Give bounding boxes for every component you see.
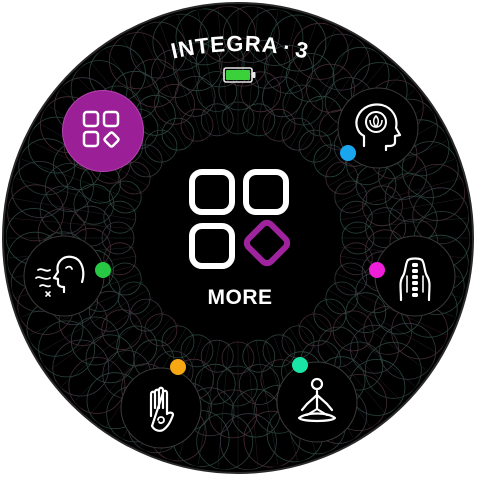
- mandala-circle: [38, 320, 96, 378]
- mandala-circle: [52, 339, 110, 397]
- more-label: MORE: [207, 286, 273, 309]
- brand-separator: ·: [281, 34, 293, 60]
- mandala-circle: [231, 388, 281, 438]
- hand-app-indicator-dot: [170, 359, 186, 375]
- mind-app-indicator-dot: [340, 145, 356, 161]
- mandala-circle: [364, 341, 422, 399]
- apps-grid-icon: [189, 169, 291, 269]
- mandala-circle: [101, 309, 143, 351]
- meditation-pose-icon: [297, 377, 337, 423]
- mandala-ray: [341, 217, 468, 230]
- battery-level-fill: [226, 70, 250, 80]
- spine-back-icon: [399, 257, 431, 302]
- mandala-circle: [73, 183, 115, 225]
- spine-app-indicator-dot: [369, 262, 385, 278]
- hand-swirl-icon: [149, 386, 175, 432]
- apps-menu-button[interactable]: [62, 90, 144, 172]
- apps-grid-small-icon: [82, 110, 120, 148]
- hand-app-button[interactable]: [121, 368, 201, 448]
- meditation-app-indicator-dot: [292, 357, 308, 373]
- mandala-circle: [379, 322, 437, 380]
- mandala-circle: [348, 358, 406, 416]
- breathing-face-icon: [35, 255, 85, 297]
- mandala-circle: [39, 185, 89, 235]
- breathing-app-indicator-dot: [95, 262, 111, 278]
- mandala-circle: [355, 164, 397, 206]
- mandala-circle: [362, 185, 403, 227]
- spine-app-button[interactable]: [375, 236, 455, 316]
- mandala-circle: [68, 356, 126, 414]
- brand-name: INTEGRA: [169, 32, 281, 64]
- breathing-app-button[interactable]: [24, 236, 104, 316]
- more-button[interactable]: [140, 140, 340, 340]
- brand-suffix: 3: [293, 36, 311, 63]
- battery-icon: [223, 67, 256, 83]
- meditation-app-button[interactable]: [277, 362, 357, 442]
- svg-text:INTEGRA·3: INTEGRA·3: [169, 32, 312, 64]
- mandala-circle: [301, 95, 343, 137]
